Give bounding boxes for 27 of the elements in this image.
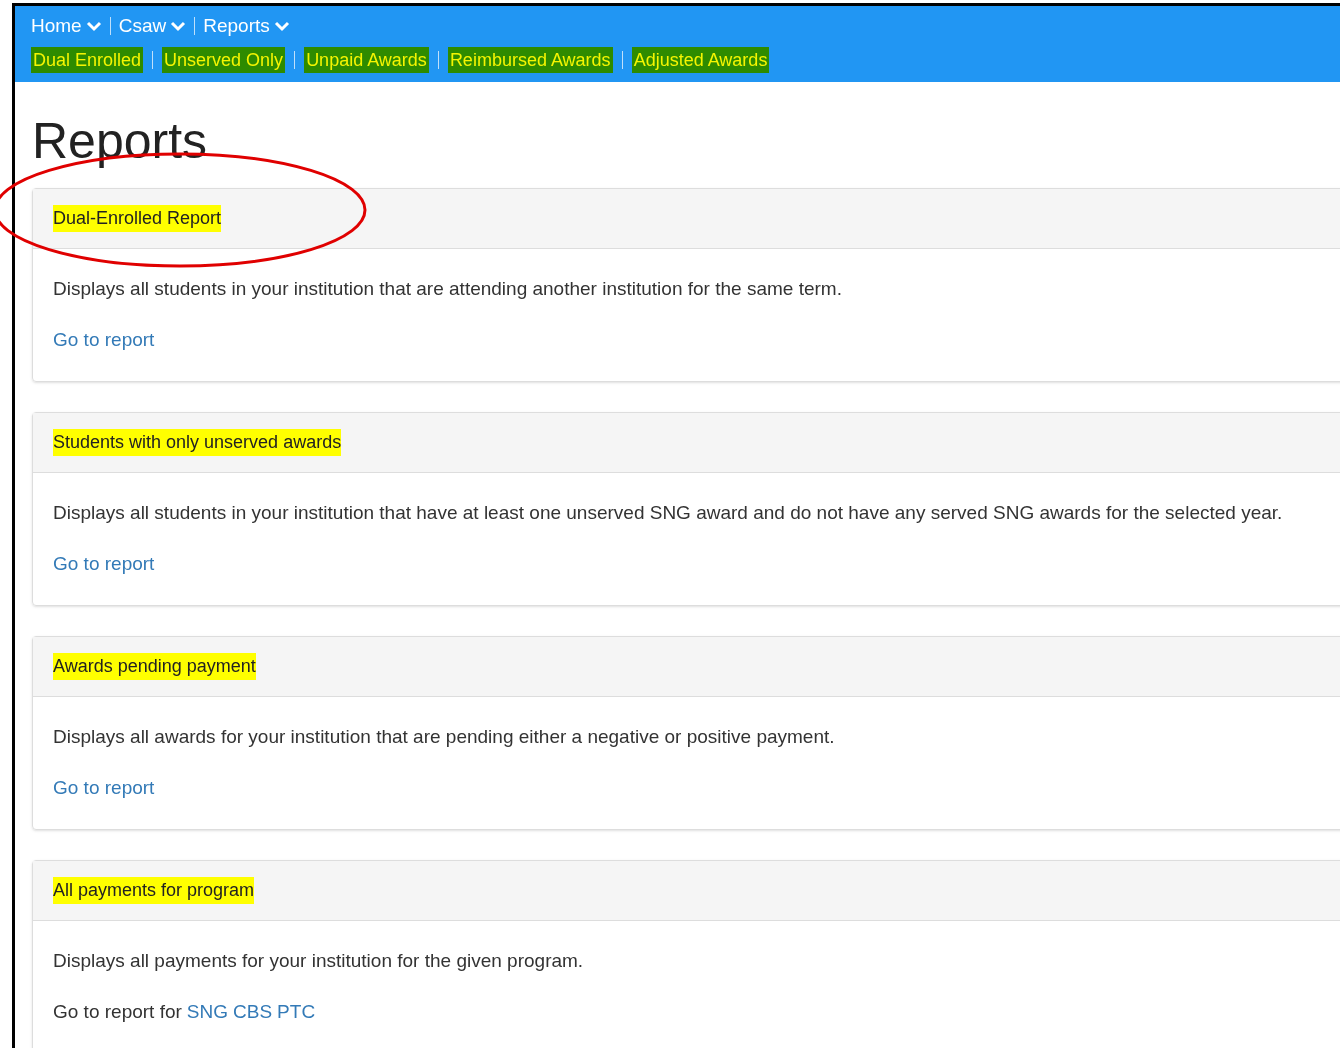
report-link[interactable]: Go to report [53,552,155,574]
program-link[interactable]: PTC [277,997,316,1026]
card-description: Displays all students in your institution that are attending another institution for the same term. [53,277,843,301]
report-link[interactable]: Go to report [53,776,155,798]
chevron-down-icon [170,20,187,32]
program-link[interactable]: SNG [186,997,229,1026]
nav-link[interactable]: Unpaid Awards [304,47,429,73]
link-prefix: Go to report for [53,999,182,1024]
card-description: Displays all payments for your institution for the given program. [53,949,585,973]
card-description: Displays all students in your institution that have at least one unserved SNG award and do not have any served SNG awards for the selected year. [53,501,1284,525]
card-heading: Dual-Enrolled Report [53,205,222,232]
card-heading: Students with only unserved awards [53,429,342,456]
nav-link[interactable]: Unserved Only [162,47,286,73]
card-description: Displays all awards for your institution that are pending either a negative or positive payment. [53,725,836,749]
nav-menu[interactable]: Home [31,11,102,41]
card-heading: Awards pending payment [53,653,256,680]
chevron-down-icon [85,20,102,32]
nav-link[interactable]: Reimbursed Awards [447,47,613,73]
nav-link[interactable]: Adjusted Awards [631,47,770,73]
nav-menu[interactable]: Csaw [118,11,187,41]
nav-menu[interactable]: Reports [203,11,290,41]
report-link[interactable]: Go to report [53,328,155,350]
program-link[interactable]: CBS [233,997,273,1026]
card-heading: All payments for program [53,877,255,904]
chevron-down-icon [273,20,290,32]
nav-link[interactable]: Dual Enrolled [31,47,144,73]
page-title: Reports [32,116,209,166]
